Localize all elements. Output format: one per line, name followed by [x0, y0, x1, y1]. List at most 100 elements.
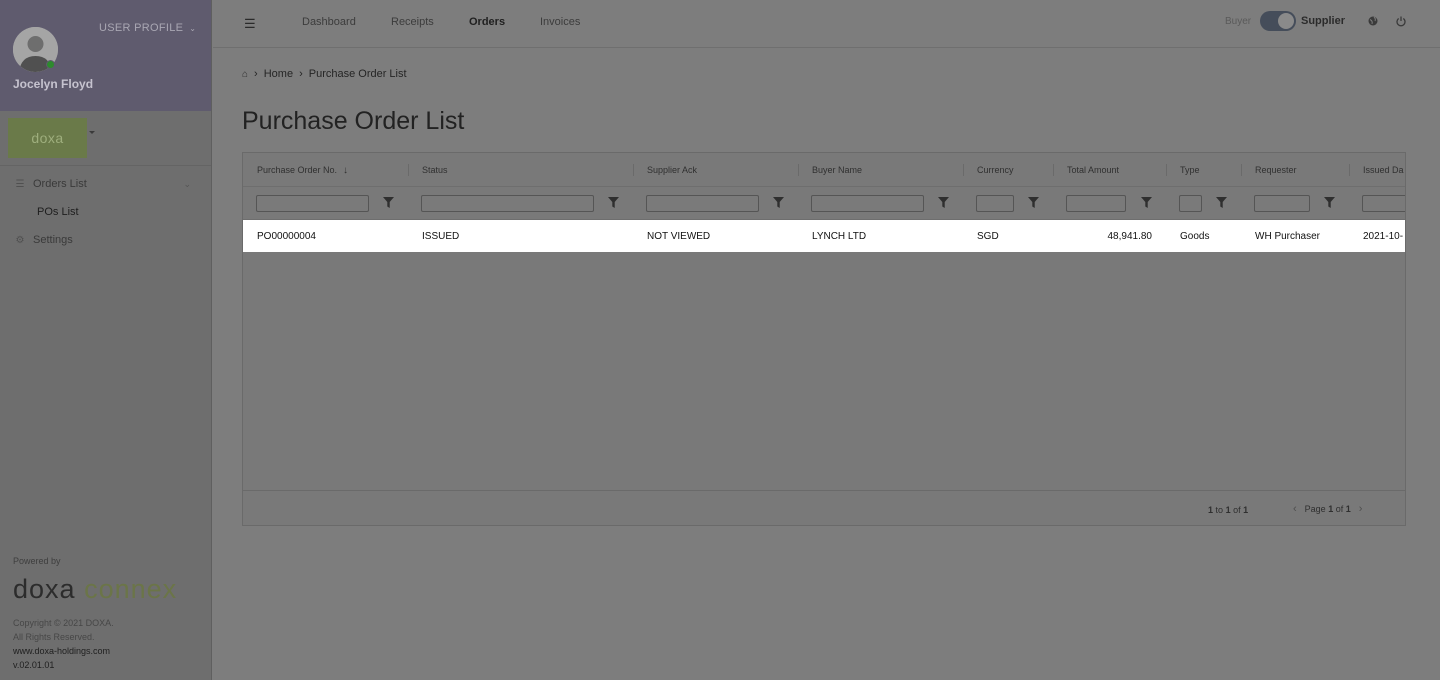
cell-status: ISSUED: [422, 230, 460, 242]
next-page-icon[interactable]: ›: [1359, 503, 1363, 515]
sidebar-item-label: POs List: [37, 206, 79, 218]
column-header-type[interactable]: Type: [1180, 153, 1200, 187]
breadcrumb-separator-icon: ›: [299, 68, 303, 80]
column-header-label: Purchase Order No.: [257, 165, 338, 175]
table-row[interactable]: PO00000004 ISSUED NOT VIEWED LYNCH LTD S…: [243, 220, 1405, 252]
breadcrumb-home[interactable]: Home: [264, 68, 293, 80]
filter-icon[interactable]: [1324, 197, 1335, 208]
purchase-order-grid: Purchase Order No. ↓ Status Supplier Ack…: [242, 152, 1406, 526]
column-separator[interactable]: [963, 164, 964, 176]
hamburger-menu-icon[interactable]: ☰: [244, 16, 256, 32]
brand-part-2: connex: [84, 574, 178, 604]
chevron-down-icon: ⌄: [183, 179, 191, 189]
filter-icon[interactable]: [608, 197, 619, 208]
filter-input-status[interactable]: [421, 195, 594, 212]
sidebar-item-settings[interactable]: ⚙ Settings: [0, 226, 211, 254]
cell-total-amount: 48,941.80: [1107, 230, 1153, 242]
filter-icon[interactable]: [1216, 197, 1227, 208]
breadcrumb-separator-icon: ›: [254, 68, 258, 80]
column-header-issued-date[interactable]: Issued Da: [1363, 153, 1404, 187]
topbar: ☰ Dashboard Receipts Orders Invoices Buy…: [213, 0, 1440, 48]
column-separator[interactable]: [798, 164, 799, 176]
cell-requester: WH Purchaser: [1255, 230, 1321, 242]
filter-icon[interactable]: [1028, 197, 1039, 208]
filter-input-buyer-name[interactable]: [811, 195, 924, 212]
filter-input-supplier-ack[interactable]: [646, 195, 759, 212]
version-text: v.02.01.01: [13, 660, 55, 670]
grid-filter-row: [243, 187, 1405, 220]
filter-input-po-number[interactable]: [256, 195, 369, 212]
grid-footer: 1 to 1 of 1 ‹ Page 1 of 1 ›: [243, 490, 1405, 525]
cell-po-number[interactable]: PO00000004: [257, 220, 316, 252]
sidebar-item-pos-list[interactable]: POs List: [0, 198, 211, 226]
filter-input-requester[interactable]: [1254, 195, 1310, 212]
buyer-supplier-toggle[interactable]: [1260, 11, 1296, 31]
grid-header-row: Purchase Order No. ↓ Status Supplier Ack…: [243, 153, 1405, 187]
row-total: 1: [1243, 505, 1249, 515]
chevron-down-icon: ⌄: [189, 23, 197, 33]
tab-orders[interactable]: Orders: [469, 16, 505, 28]
copyright-text: Copyright © 2021 DOXA.: [13, 618, 114, 628]
breadcrumb-current: Purchase Order List: [308, 68, 407, 80]
filter-input-issued-date[interactable]: [1362, 195, 1405, 212]
tab-dashboard[interactable]: Dashboard: [302, 16, 356, 28]
globe-icon[interactable]: [1367, 15, 1379, 27]
user-profile-dropdown[interactable]: USER PROFILE ⌄: [99, 22, 196, 34]
filter-icon[interactable]: [1141, 197, 1152, 208]
cell-supplier-ack: NOT VIEWED: [647, 230, 711, 242]
column-header-supplier-ack[interactable]: Supplier Ack: [647, 153, 697, 187]
row-count-summary: 1 to 1 of 1: [1208, 505, 1248, 515]
cell-type: Goods: [1180, 230, 1210, 242]
column-header-buyer-name[interactable]: Buyer Name: [812, 153, 862, 187]
column-separator[interactable]: [1166, 164, 1167, 176]
rights-text: All Rights Reserved.: [13, 632, 95, 642]
filter-icon[interactable]: [773, 197, 784, 208]
previous-page-icon[interactable]: ‹: [1293, 503, 1297, 515]
filter-icon[interactable]: [383, 197, 394, 208]
company-logo-text: doxa: [31, 130, 64, 146]
cell-buyer-name: LYNCH LTD: [812, 230, 867, 242]
column-header-status[interactable]: Status: [422, 153, 448, 187]
toggle-knob: [1278, 13, 1294, 29]
column-separator[interactable]: [1349, 164, 1350, 176]
brand-logo: doxa connex: [13, 574, 177, 605]
column-separator[interactable]: [1241, 164, 1242, 176]
tab-receipts[interactable]: Receipts: [391, 16, 434, 28]
company-switcher: doxa: [0, 111, 211, 166]
tab-invoices[interactable]: Invoices: [540, 16, 580, 28]
user-profile-panel: USER PROFILE ⌄ Jocelyn Floyd: [0, 0, 211, 111]
page-of-word: of: [1335, 504, 1344, 514]
range-to-word: to: [1215, 505, 1224, 515]
column-header-requester[interactable]: Requester: [1255, 153, 1297, 187]
sidebar: USER PROFILE ⌄ Jocelyn Floyd doxa ☰ Orde…: [0, 0, 212, 680]
sidebar-item-label: Settings: [33, 234, 73, 246]
column-separator[interactable]: [1053, 164, 1054, 176]
sidebar-item-orders-list[interactable]: ☰ Orders List ⌄: [0, 170, 211, 198]
column-header-total-amount[interactable]: Total Amount: [1067, 153, 1119, 187]
filter-input-type[interactable]: [1179, 195, 1202, 212]
column-header-currency[interactable]: Currency: [977, 153, 1014, 187]
brand-part-1: doxa: [13, 574, 76, 604]
filter-icon[interactable]: [938, 197, 949, 208]
column-separator[interactable]: [408, 164, 409, 176]
column-separator[interactable]: [633, 164, 634, 176]
sidebar-nav: ☰ Orders List ⌄ POs List ⚙ Settings: [0, 166, 211, 254]
caret-down-icon[interactable]: [89, 131, 95, 134]
breadcrumb: ⌂ › Home › Purchase Order List: [242, 68, 407, 80]
column-header-po-number[interactable]: Purchase Order No. ↓: [257, 153, 348, 187]
power-icon[interactable]: [1395, 15, 1407, 27]
pagination: ‹ Page 1 of 1 ›: [1293, 503, 1362, 515]
page-word: Page: [1304, 504, 1326, 514]
filter-input-total-amount[interactable]: [1066, 195, 1126, 212]
company-logo[interactable]: doxa: [8, 118, 87, 158]
filter-input-currency[interactable]: [976, 195, 1014, 212]
gear-icon: ⚙: [15, 234, 25, 246]
total-pages: 1: [1345, 504, 1351, 514]
sidebar-item-label: Orders List: [33, 178, 87, 190]
range-of-word: of: [1233, 505, 1241, 515]
home-icon[interactable]: ⌂: [242, 69, 248, 80]
cell-currency: SGD: [977, 230, 999, 242]
page-title: Purchase Order List: [242, 107, 465, 135]
website-link[interactable]: www.doxa-holdings.com: [13, 644, 114, 658]
cell-issued-date: 2021-10-: [1363, 230, 1404, 242]
